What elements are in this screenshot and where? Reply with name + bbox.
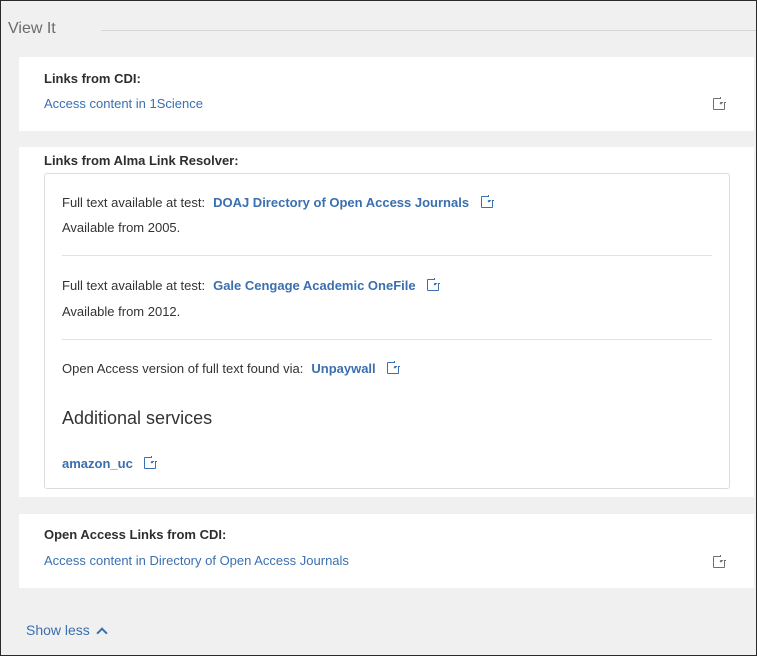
service-row-unpaywall: Open Access version of full text found v… <box>62 361 401 376</box>
unpaywall-link[interactable]: Unpaywall <box>311 361 375 376</box>
service-divider <box>62 255 712 256</box>
external-link-icon[interactable] <box>427 278 441 291</box>
external-link-icon[interactable] <box>713 97 726 110</box>
external-link-icon[interactable] <box>480 195 494 208</box>
oa-cdi-heading: Open Access Links from CDI: <box>44 527 227 542</box>
doaj-link[interactable]: DOAJ Directory of Open Access Journals <box>213 195 469 210</box>
additional-services-heading: Additional services <box>62 408 213 428</box>
gale-availability: Available from 2012. <box>62 304 181 319</box>
external-link-icon[interactable] <box>387 361 401 374</box>
service-label: Full text available at test: <box>62 278 206 293</box>
cdi-links-heading: Links from CDI: <box>44 71 141 86</box>
service-row-gale: Full text available at test: Gale Cengage… <box>62 278 441 293</box>
chevron-up-icon <box>96 627 108 639</box>
external-link-icon[interactable] <box>144 456 158 469</box>
service-divider <box>62 339 712 340</box>
header-divider <box>101 30 756 31</box>
view-it-panel: View It Links from CDI: Access content i… <box>0 0 757 656</box>
panel-header: View It <box>1 1 756 51</box>
amazon-service: amazon_uc <box>62 456 158 471</box>
alma-links-card: Links from Alma Link Resolver: Full text… <box>19 147 754 497</box>
gale-link[interactable]: Gale Cengage Academic OneFile <box>213 278 416 293</box>
alma-links-heading: Links from Alma Link Resolver: <box>44 153 239 168</box>
show-less-button[interactable]: Show less <box>26 622 108 639</box>
cdi-access-link[interactable]: Access content in 1Science <box>44 96 203 111</box>
show-less-label: Show less <box>26 622 90 638</box>
external-link-icon[interactable] <box>713 555 726 568</box>
panel-title: View It <box>8 20 56 37</box>
cdi-links-card: Links from CDI: Access content in 1Scien… <box>19 57 754 131</box>
service-label: Full text available at test: <box>62 195 206 210</box>
service-label: Open Access version of full text found v… <box>62 361 304 376</box>
service-row-doaj: Full text available at test: DOAJ Directo… <box>62 195 494 210</box>
doaj-availability: Available from 2005. <box>62 220 181 235</box>
amazon-link[interactable]: amazon_uc <box>62 456 133 471</box>
oa-cdi-links-card: Open Access Links from CDI: Access conte… <box>19 514 754 588</box>
alma-services-box: Full text available at test: DOAJ Directo… <box>44 173 730 489</box>
oa-cdi-access-link[interactable]: Access content in Directory of Open Acce… <box>44 553 349 568</box>
